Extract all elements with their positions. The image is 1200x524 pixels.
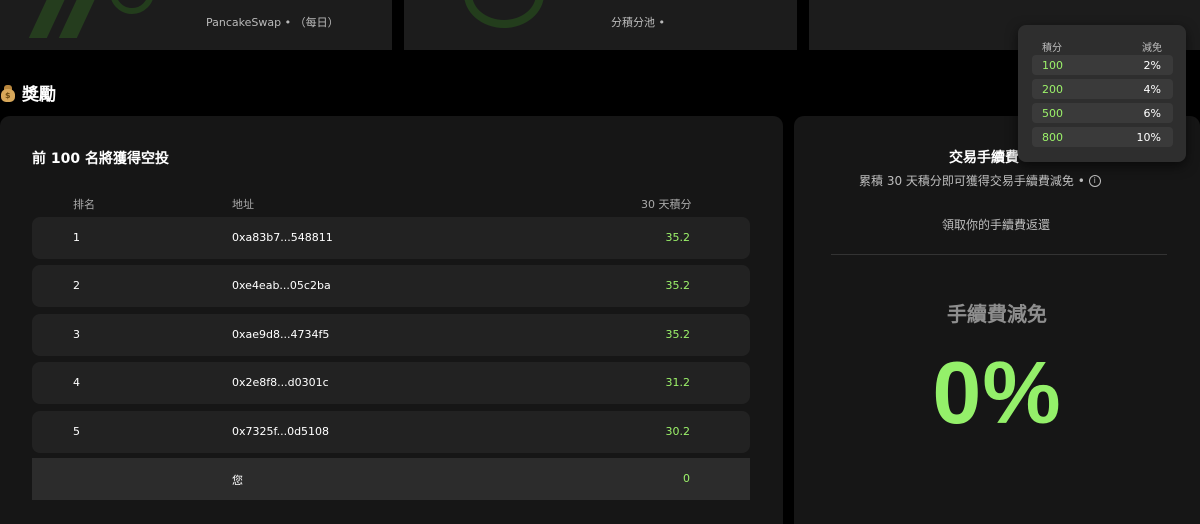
rank-cell: 3 — [73, 328, 80, 341]
claim-fee-rebate-link[interactable]: 領取你的手續費返還 — [942, 216, 1050, 233]
address-cell: 0x7325f...0d5108 — [232, 425, 330, 438]
tier-rebate: 2% — [1143, 59, 1161, 72]
header-address: 地址 — [232, 198, 254, 211]
points-cell: 31.2 — [665, 376, 691, 389]
tier-row: 800 10% — [1032, 127, 1173, 147]
discount-label: 手續費減免 — [947, 302, 1047, 326]
decorative-ring — [464, 0, 544, 28]
rewards-heading: $ 獎勵 — [0, 80, 56, 105]
header-rank: 排名 — [73, 198, 95, 211]
top-card-points-pool: 分積分池 • — [404, 0, 797, 50]
table-row: 5 0x7325f...0d5108 30.2 — [32, 411, 750, 453]
money-bag-icon: $ — [0, 84, 16, 102]
divider — [831, 254, 1167, 255]
rebate-tier-tooltip: 積分 減免 100 2% 200 4% 500 6% 800 10% — [1018, 25, 1186, 162]
tier-row: 100 2% — [1032, 55, 1173, 75]
top-card-pancakeswap: PancakeSwap • （每日） — [0, 0, 392, 50]
tier-points: 800 — [1042, 131, 1063, 144]
address-cell: 0xe4eab...05c2ba — [232, 279, 331, 292]
rank-cell: 2 — [73, 279, 80, 292]
my-rank-row: 您 0 — [32, 458, 750, 500]
tier-rebate: 10% — [1136, 131, 1161, 144]
rewards-title: 獎勵 — [22, 85, 56, 105]
table-row: 2 0xe4eab...05c2ba 35.2 — [32, 265, 750, 307]
address-cell: 0xa83b7...548811 — [232, 231, 333, 244]
tier-points: 100 — [1042, 59, 1063, 72]
fee-description: 累積 30 天積分即可獲得交易手續費減免 • i — [859, 172, 1101, 189]
header-points: 30 天積分 — [641, 198, 692, 211]
decorative-ring — [110, 0, 154, 14]
card-subtitle: 分積分池 • — [611, 16, 665, 29]
table-row: 1 0xa83b7...548811 35.2 — [32, 217, 750, 259]
tier-points: 200 — [1042, 83, 1063, 96]
decorative-stripe — [58, 0, 100, 38]
leaderboard-title: 前 100 名將獲得空投 — [32, 151, 169, 167]
tier-rebate: 6% — [1143, 107, 1161, 120]
points-cell: 30.2 — [665, 425, 691, 438]
tier-row: 200 4% — [1032, 79, 1173, 99]
tier-points: 500 — [1042, 107, 1063, 120]
info-icon[interactable]: i — [1088, 174, 1101, 187]
table-row: 3 0xae9d8...4734f5 35.2 — [32, 314, 750, 356]
points-cell: 35.2 — [665, 231, 691, 244]
address-cell: 0x2e8f8...d0301c — [232, 376, 329, 389]
table-row: 4 0x2e8f8...d0301c 31.2 — [32, 362, 750, 404]
rank-cell: 1 — [73, 231, 80, 244]
rank-cell: 4 — [73, 376, 80, 389]
leaderboard-panel: 前 100 名將獲得空投 排名 地址 30 天積分 1 0xa83b7...54… — [0, 116, 783, 524]
discount-value: 0% — [932, 343, 1062, 442]
points-cell: 0 — [683, 472, 690, 485]
tooltip-header-rebate: 減免 — [1142, 43, 1162, 54]
tier-row: 500 6% — [1032, 103, 1173, 123]
tooltip-header-points: 積分 — [1042, 43, 1062, 54]
card-subtitle: PancakeSwap • （每日） — [206, 16, 339, 29]
address-cell: 您 — [232, 474, 243, 487]
fee-discount-panel: 交易手續費 累積 30 天積分即可獲得交易手續費減免 • i 領取你的手續費返還… — [794, 116, 1200, 524]
address-cell: 0xae9d8...4734f5 — [232, 328, 330, 341]
points-cell: 35.2 — [665, 328, 691, 341]
rank-cell: 5 — [73, 425, 80, 438]
tier-rebate: 4% — [1143, 83, 1161, 96]
points-cell: 35.2 — [665, 279, 691, 292]
fee-panel-title: 交易手續費 — [949, 150, 1019, 166]
fee-description-text: 累積 30 天積分即可獲得交易手續費減免 • — [859, 174, 1085, 188]
